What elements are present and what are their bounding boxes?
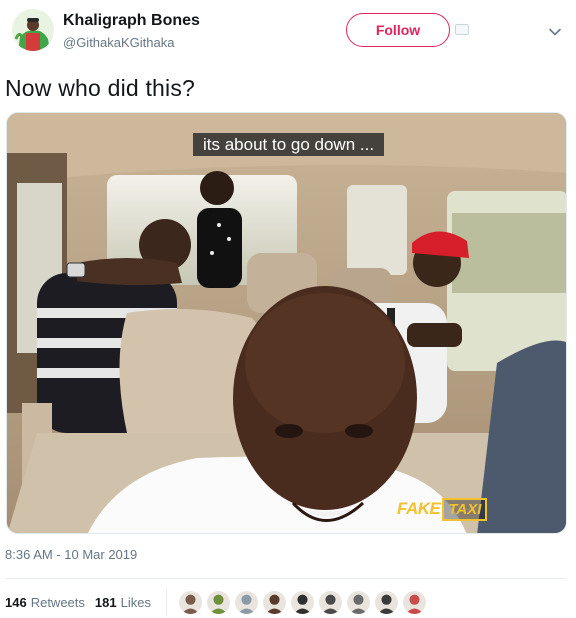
profile-avatar-icon bbox=[12, 9, 54, 51]
likes-stat[interactable]: 181 Likes bbox=[95, 595, 151, 610]
likes-count: 181 bbox=[94, 595, 117, 610]
tweet-media-image[interactable]: its about to go down ... FAKE TAXI bbox=[6, 112, 567, 534]
likers-avatar-row bbox=[178, 590, 430, 616]
stats-separator bbox=[166, 590, 167, 616]
likes-label: Likes bbox=[120, 595, 151, 610]
user-avatar-icon bbox=[375, 591, 398, 614]
liker-avatar-8[interactable] bbox=[374, 590, 399, 615]
user-avatar-icon bbox=[263, 591, 286, 614]
liker-avatar-6[interactable] bbox=[318, 590, 343, 615]
tweet-timestamp[interactable]: 8:36 AM - 10 Mar 2019 bbox=[5, 547, 137, 562]
liker-avatar-7[interactable] bbox=[346, 590, 371, 615]
chevron-down-icon[interactable] bbox=[548, 25, 562, 39]
tweet-header: Khaligraph Bones @GithakaKGithaka Follow bbox=[0, 0, 576, 64]
liker-avatar-2[interactable] bbox=[206, 590, 231, 615]
author-avatar[interactable] bbox=[12, 9, 54, 51]
follow-options-icon[interactable] bbox=[455, 24, 469, 35]
video-caption: its about to go down ... bbox=[193, 133, 385, 156]
user-avatar-icon bbox=[403, 591, 426, 614]
user-avatar-icon bbox=[291, 591, 314, 614]
liker-avatar-5[interactable] bbox=[290, 590, 315, 615]
divider bbox=[5, 578, 565, 579]
follow-button[interactable]: Follow bbox=[346, 13, 450, 47]
retweets-stat[interactable]: 146 Retweets bbox=[5, 595, 85, 610]
user-avatar-icon bbox=[207, 591, 230, 614]
watermark-part1: FAKE bbox=[397, 499, 441, 518]
tweet-stats: 146 Retweets 181 Likes bbox=[5, 595, 161, 610]
user-avatar-icon bbox=[179, 591, 202, 614]
retweets-label: Retweets bbox=[30, 595, 85, 610]
car-interior-photo bbox=[7, 113, 566, 533]
liker-avatar-9[interactable] bbox=[402, 590, 427, 615]
user-avatar-icon bbox=[347, 591, 370, 614]
tweet-text: Now who did this? bbox=[5, 75, 196, 101]
liker-avatar-3[interactable] bbox=[234, 590, 259, 615]
watermark-part2: TAXI bbox=[442, 497, 488, 521]
user-avatar-icon bbox=[319, 591, 342, 614]
author-handle[interactable]: @GithakaKGithaka bbox=[63, 35, 174, 50]
author-name[interactable]: Khaligraph Bones bbox=[63, 12, 200, 30]
liker-avatar-1[interactable] bbox=[178, 590, 203, 615]
user-avatar-icon bbox=[235, 591, 258, 614]
liker-avatar-4[interactable] bbox=[262, 590, 287, 615]
retweets-count: 146 bbox=[5, 595, 27, 610]
watermark-logo: FAKE TAXI bbox=[397, 497, 488, 521]
